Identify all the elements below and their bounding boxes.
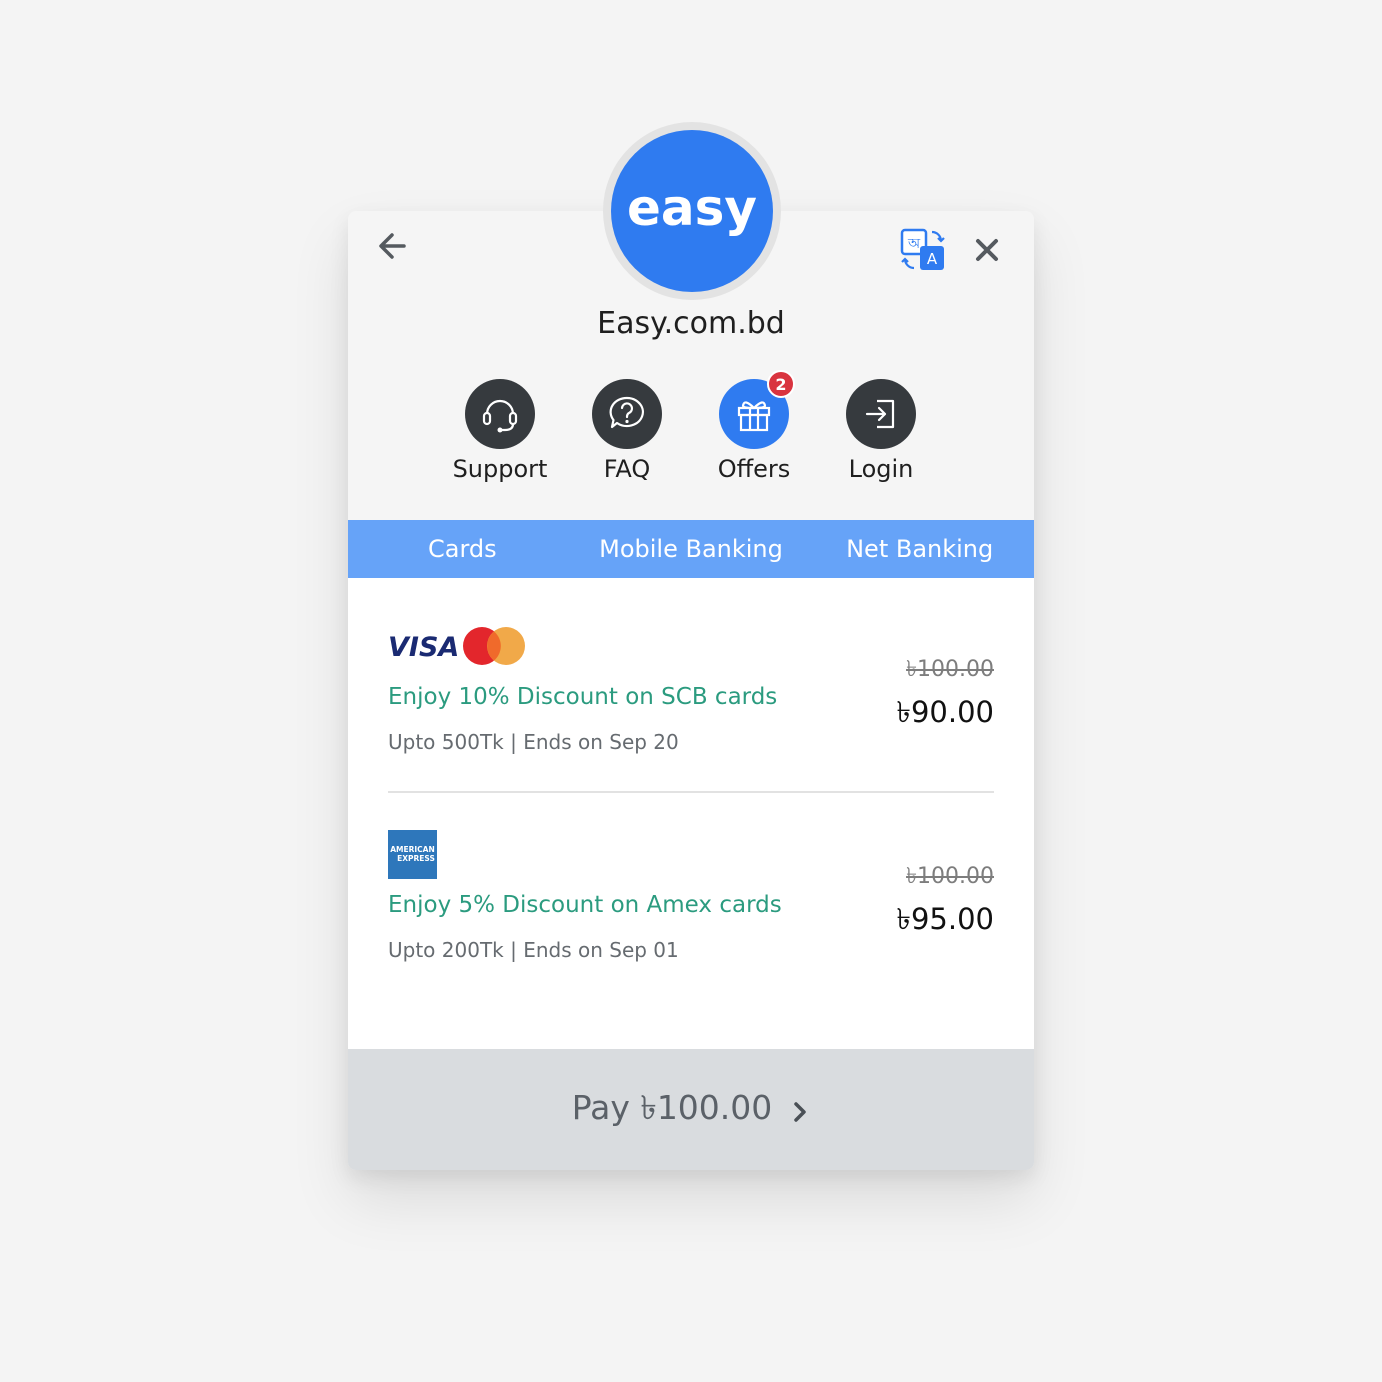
amex-text-1: AMERICAN xyxy=(390,845,435,854)
login-button[interactable]: Login xyxy=(816,379,946,483)
headset-icon xyxy=(482,399,518,433)
offer-title: Enjoy 10% Discount on SCB cards xyxy=(388,684,778,710)
original-price: ৳100.00 xyxy=(906,657,994,682)
discounted-price: ৳90.00 xyxy=(896,695,994,729)
amex-text-2: EXPRESS xyxy=(397,854,435,863)
close-icon xyxy=(976,239,998,261)
payment-method-tabs: Cards Mobile Banking Net Banking xyxy=(348,520,1034,578)
offer-divider xyxy=(388,791,994,793)
tab-mobile-banking[interactable]: Mobile Banking xyxy=(577,520,806,578)
pay-button[interactable]: Pay ৳100.00 xyxy=(348,1049,1034,1170)
offers-icon-circle: 2 xyxy=(719,370,795,449)
support-label: Support xyxy=(452,455,548,483)
translate-button[interactable]: অ A xyxy=(900,228,946,272)
back-button[interactable] xyxy=(374,226,414,266)
translate-icon: অ A xyxy=(900,228,945,270)
faq-label: FAQ xyxy=(603,455,651,483)
gift-icon xyxy=(737,401,771,432)
merchant-logo-text: easy xyxy=(626,179,757,237)
merchant-logo: easy xyxy=(611,130,773,292)
login-icon-circle xyxy=(846,379,916,449)
support-icon-circle xyxy=(465,379,535,449)
discounted-price: ৳95.00 xyxy=(896,902,994,936)
support-button[interactable]: Support xyxy=(435,379,565,483)
amex-logo: AMERICAN EXPRESS xyxy=(388,830,437,879)
offers-button[interactable]: 2 Offers xyxy=(689,370,819,483)
visa-text: VISA xyxy=(388,632,459,663)
offers-list: VISA Enjoy 10% Discount on SCB cards Upt… xyxy=(348,578,1034,1049)
visa-logo: VISA xyxy=(388,627,525,665)
svg-text:A: A xyxy=(927,250,938,268)
pay-button-label: Pay ৳100.00 xyxy=(571,1087,773,1127)
offers-badge: 2 xyxy=(767,370,795,398)
merchant-name: Easy.com.bd xyxy=(597,306,785,341)
faq-icon-circle xyxy=(592,379,662,449)
offer-subtitle: Upto 500Tk | Ends on Sep 20 xyxy=(388,730,679,754)
chevron-right-icon xyxy=(794,1101,807,1122)
tab-cards[interactable]: Cards xyxy=(348,520,577,578)
original-price: ৳100.00 xyxy=(906,864,994,889)
quick-actions: Support FAQ 2 Offers Login xyxy=(348,370,1034,489)
offer-subtitle: Upto 200Tk | Ends on Sep 01 xyxy=(388,938,679,962)
arrow-left-icon xyxy=(379,233,406,259)
svg-text:অ: অ xyxy=(907,236,921,252)
offer-item-scb[interactable]: VISA Enjoy 10% Discount on SCB cards Upt… xyxy=(388,626,994,766)
tab-net-banking[interactable]: Net Banking xyxy=(805,520,1034,578)
offer-item-amex[interactable]: AMERICAN EXPRESS Enjoy 5% Discount on Am… xyxy=(388,830,994,970)
offers-label: Offers xyxy=(717,455,791,483)
faq-button[interactable]: FAQ xyxy=(562,379,692,483)
login-icon xyxy=(865,399,895,429)
question-chat-icon xyxy=(609,396,644,429)
login-label: Login xyxy=(848,455,914,483)
close-button[interactable] xyxy=(970,233,1004,267)
offer-title: Enjoy 5% Discount on Amex cards xyxy=(388,892,782,918)
